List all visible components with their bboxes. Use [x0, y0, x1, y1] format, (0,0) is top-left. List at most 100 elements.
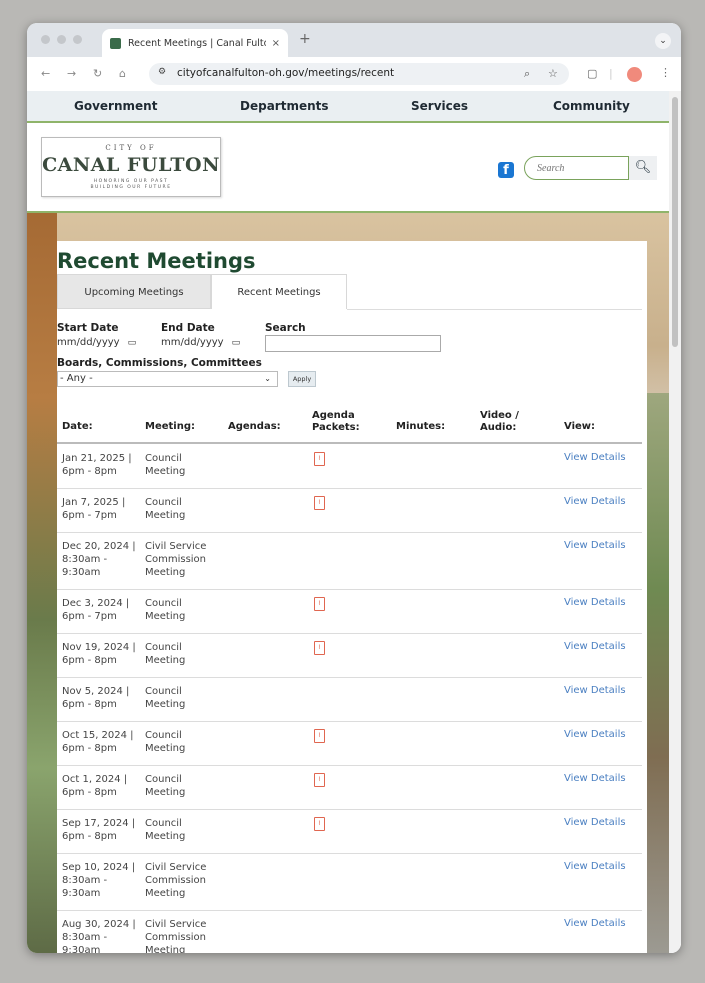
bookmark-star-icon[interactable]: ☆: [548, 67, 558, 80]
toolbar-divider: |: [609, 67, 613, 80]
reload-icon[interactable]: ↻: [93, 67, 102, 80]
page-title: Recent Meetings: [57, 249, 256, 273]
table-row: Aug 30, 2024 | 8:30am - 9:30am Civil Serv…: [57, 910, 642, 953]
end-date-input[interactable]: mm/dd/yyyy ▭: [161, 335, 240, 351]
pdf-icon[interactable]: ⌇: [314, 496, 325, 510]
site-search-box: [524, 156, 629, 180]
window-controls: [41, 35, 82, 44]
col-date: Date:: [62, 421, 93, 432]
chevron-down-icon: ⌄: [264, 374, 271, 383]
browser-tab[interactable]: Recent Meetings | Canal Fulton ×: [102, 29, 288, 57]
page-scrollbar[interactable]: [669, 91, 681, 953]
table-header: Date: Meeting: Agendas: Agenda Packets: …: [57, 408, 642, 444]
tab-recent-meetings[interactable]: Recent Meetings: [211, 274, 347, 309]
tab-upcoming-meetings[interactable]: Upcoming Meetings: [57, 274, 211, 309]
start-date-input[interactable]: mm/dd/yyyy ▭: [57, 335, 136, 351]
meeting-name: Council Meeting: [145, 598, 186, 622]
search-input[interactable]: [265, 335, 441, 352]
site-header: CITY OF CANAL FULTON HONORING OUR PAST B…: [27, 123, 669, 213]
meeting-date: Jan 21, 2025 | 6pm - 8pm: [62, 453, 132, 477]
site-info-icon[interactable]: ⚙: [158, 67, 166, 77]
boards-select[interactable]: - Any - ⌄: [57, 371, 278, 387]
table-row: Nov 19, 2024 | 6pm - 8pm Council Meeting ⌇…: [57, 633, 642, 678]
meeting-date: Nov 5, 2024 | 6pm - 8pm: [62, 686, 130, 710]
col-agenda-packets: Agenda Packets:: [312, 410, 360, 433]
tab-search-chevron-icon[interactable]: ⌄: [655, 33, 671, 49]
meeting-date: Aug 30, 2024 | 8:30am - 9:30am: [62, 919, 136, 953]
address-bar[interactable]: ⚙ cityofcanalfulton-oh.gov/meetings/rece…: [149, 63, 569, 85]
table-row: Nov 5, 2024 | 6pm - 8pm Council Meeting Vi…: [57, 677, 642, 722]
start-date-label: Start Date: [57, 322, 119, 334]
col-meeting: Meeting:: [145, 421, 195, 432]
background-tree-right: [647, 393, 669, 953]
boards-label: Boards, Commissions, Committees: [57, 357, 262, 369]
search-icon[interactable]: 🔍︎: [629, 156, 657, 180]
view-details-link[interactable]: View Details: [564, 685, 626, 696]
pdf-icon[interactable]: ⌇: [314, 773, 325, 787]
new-tab-button[interactable]: +: [299, 31, 311, 47]
pdf-icon[interactable]: ⌇: [314, 817, 325, 831]
maximize-window-button[interactable]: [73, 35, 82, 44]
meeting-name: Council Meeting: [145, 642, 186, 666]
nav-government[interactable]: Government: [74, 99, 157, 113]
zoom-icon[interactable]: ⌕: [524, 67, 530, 81]
logo-name: CANAL FULTON: [42, 154, 220, 176]
meeting-name: Council Meeting: [145, 818, 186, 842]
pdf-icon[interactable]: ⌇: [314, 729, 325, 743]
view-details-link[interactable]: View Details: [564, 496, 626, 507]
col-minutes: Minutes:: [396, 421, 446, 432]
search-label: Search: [265, 322, 306, 334]
meeting-name: Civil Service Commission Meeting: [145, 919, 207, 953]
view-details-link[interactable]: View Details: [564, 773, 626, 784]
table-row: Dec 20, 2024 | 8:30am - 9:30am Civil Serv…: [57, 532, 642, 590]
nav-services[interactable]: Services: [411, 99, 468, 113]
tab-strip: Recent Meetings | Canal Fulton × + ⌄: [27, 23, 681, 57]
nav-departments[interactable]: Departments: [240, 99, 329, 113]
tab-close-icon[interactable]: ×: [272, 38, 280, 49]
content-panel: Recent Meetings Upcoming Meetings Recent…: [57, 241, 647, 953]
tab-divider: [347, 309, 642, 310]
extensions-icon[interactable]: ▢: [587, 67, 597, 80]
pdf-icon[interactable]: ⌇: [314, 452, 325, 466]
apply-button[interactable]: Apply: [288, 371, 316, 387]
meeting-date: Sep 10, 2024 | 8:30am - 9:30am: [62, 862, 136, 899]
view-details-link[interactable]: View Details: [564, 641, 626, 652]
view-details-link[interactable]: View Details: [564, 597, 626, 608]
profile-avatar-icon[interactable]: [627, 67, 642, 82]
view-details-link[interactable]: View Details: [564, 452, 626, 463]
scrollbar-thumb[interactable]: [672, 97, 678, 347]
nav-community[interactable]: Community: [553, 99, 630, 113]
browser-menu-icon[interactable]: ⋮: [660, 66, 671, 79]
meeting-date: Sep 17, 2024 | 6pm - 8pm: [62, 818, 136, 842]
view-details-link[interactable]: View Details: [564, 861, 626, 872]
end-date-label: End Date: [161, 322, 215, 334]
city-logo[interactable]: CITY OF CANAL FULTON HONORING OUR PAST B…: [41, 137, 221, 197]
minimize-window-button[interactable]: [57, 35, 66, 44]
table-row: Jan 21, 2025 | 6pm - 8pm Council Meeting ⌇…: [57, 444, 642, 489]
favicon-icon: [110, 37, 121, 49]
table-row: Jan 7, 2025 | 6pm - 7pm Council Meeting ⌇ V…: [57, 488, 642, 533]
home-icon[interactable]: ⌂: [119, 67, 126, 80]
view-details-link[interactable]: View Details: [564, 817, 626, 828]
meeting-name: Council Meeting: [145, 730, 186, 754]
calendar-icon[interactable]: ▭: [128, 338, 137, 348]
table-row: Oct 1, 2024 | 6pm - 8pm Council Meeting ⌇ V…: [57, 765, 642, 810]
close-window-button[interactable]: [41, 35, 50, 44]
calendar-icon[interactable]: ▭: [232, 338, 241, 348]
meeting-name: Council Meeting: [145, 453, 186, 477]
meeting-date: Jan 7, 2025 | 6pm - 7pm: [62, 497, 126, 521]
meeting-date: Dec 20, 2024 | 8:30am - 9:30am: [62, 541, 136, 578]
pdf-icon[interactable]: ⌇: [314, 641, 325, 655]
meeting-name: Civil Service Commission Meeting: [145, 541, 207, 578]
meeting-name: Council Meeting: [145, 774, 186, 798]
view-details-link[interactable]: View Details: [564, 729, 626, 740]
view-details-link[interactable]: View Details: [564, 918, 626, 929]
back-arrow-icon[interactable]: ←: [41, 67, 50, 80]
forward-arrow-icon[interactable]: →: [67, 67, 76, 80]
end-date-placeholder: mm/dd/yyyy: [161, 337, 224, 348]
view-details-link[interactable]: View Details: [564, 540, 626, 551]
site-search-input[interactable]: [535, 162, 629, 175]
pdf-icon[interactable]: ⌇: [314, 597, 325, 611]
background-tree-left: [27, 213, 57, 953]
facebook-icon[interactable]: f: [498, 162, 514, 178]
